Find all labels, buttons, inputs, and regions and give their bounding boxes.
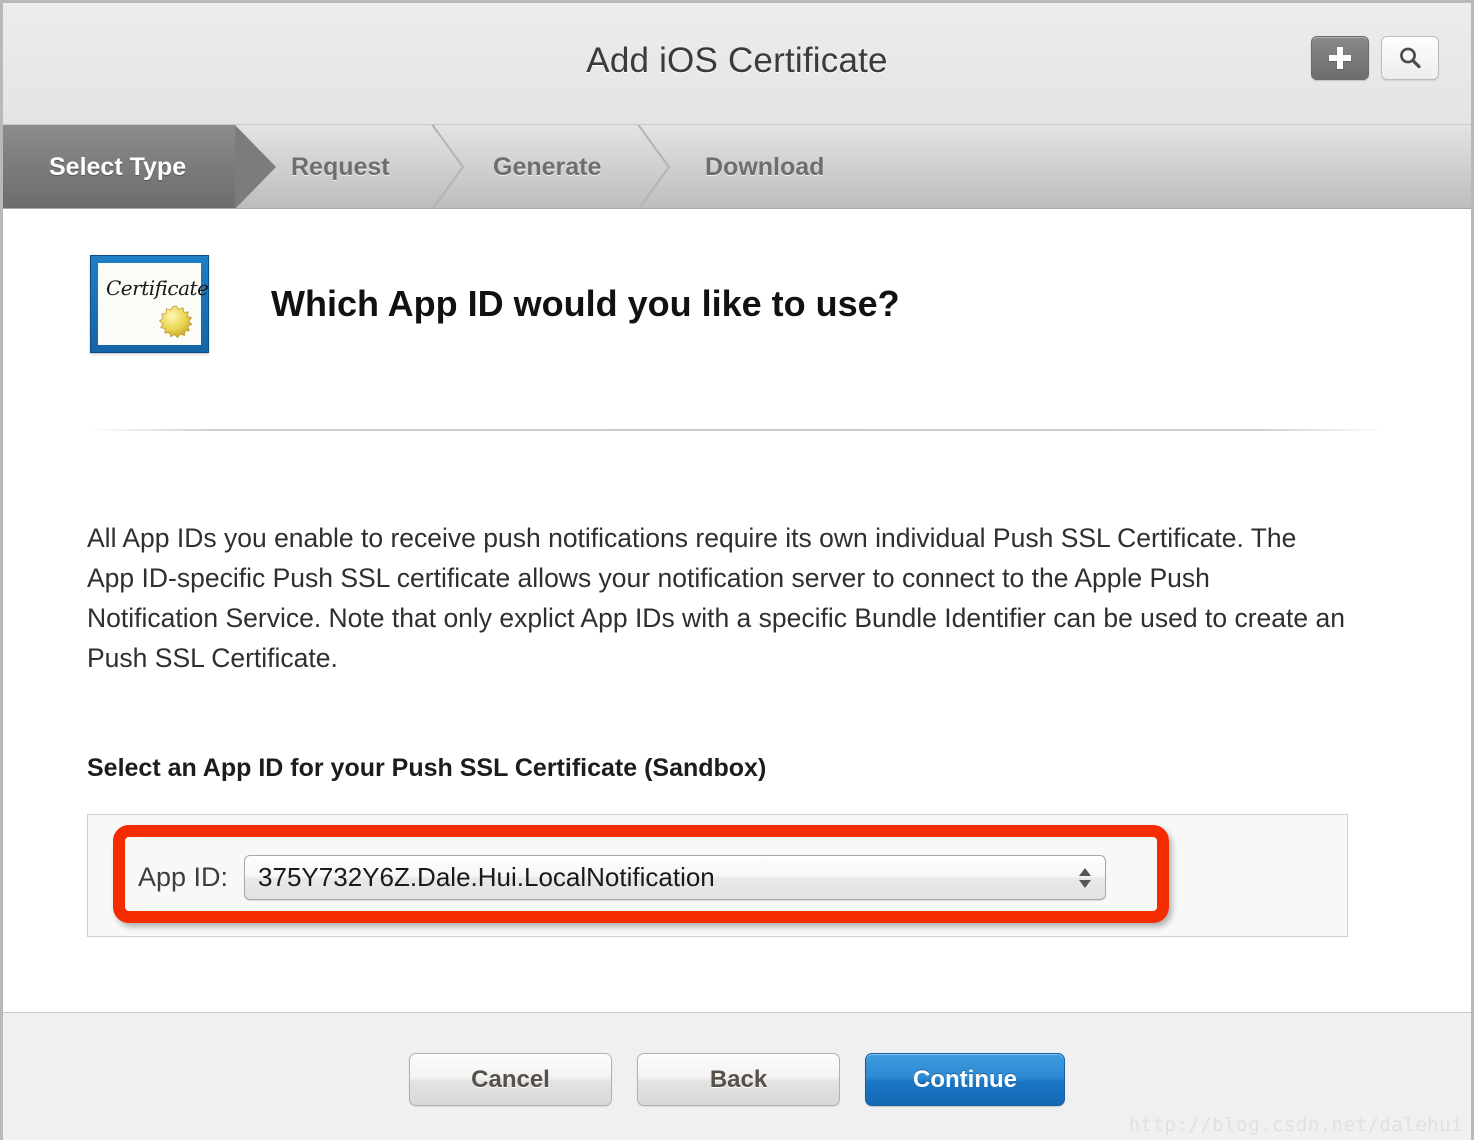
arrow-down-icon <box>1079 879 1092 888</box>
titlebar-button-group <box>1311 36 1439 80</box>
footer-button-group: Cancel Back Continue <box>3 1053 1471 1106</box>
content-description: All App IDs you enable to receive push n… <box>87 522 1345 673</box>
step-request[interactable]: Request <box>291 125 390 208</box>
appid-field-label: App ID: <box>138 862 229 892</box>
heading-row: Certificate Which App ID would you like … <box>90 255 900 353</box>
step-label: Request <box>291 152 390 181</box>
appid-select[interactable]: 375Y732Y6Z.Dale.Hui.LocalNotification <box>244 855 1107 900</box>
step-label: Select Type <box>49 152 187 181</box>
content-heading: Which App ID would you like to use? <box>271 283 900 324</box>
search-button[interactable] <box>1381 36 1439 80</box>
step-generate[interactable]: Generate <box>493 125 602 208</box>
stepper-arrows-icon[interactable] <box>1079 867 1092 888</box>
page-title: Add iOS Certificate <box>586 41 888 80</box>
seal-icon <box>159 305 193 339</box>
certificate-icon-label: Certificate <box>106 276 209 300</box>
arrow-up-icon <box>1079 867 1092 876</box>
chevron-separator-icon <box>631 125 675 208</box>
step-download[interactable]: Download <box>705 125 825 208</box>
step-select-type[interactable]: Select Type <box>3 125 276 208</box>
progress-step-bar: Select Type Request Generate Download <box>3 125 1471 209</box>
add-certificate-button[interactable] <box>1311 36 1369 80</box>
section-divider <box>87 429 1387 431</box>
search-icon <box>1400 47 1421 69</box>
window-titlebar: Add iOS Certificate <box>3 3 1471 125</box>
continue-button[interactable]: Continue <box>865 1053 1065 1106</box>
dialog-footer: Cancel Back Continue http://blog.csdn.ne… <box>3 1012 1471 1140</box>
select-section-label: Select an App ID for your Push SSL Certi… <box>87 754 767 782</box>
add-ios-certificate-window: Add iOS Certificate Select Type Request … <box>0 0 1474 1140</box>
step-label: Generate <box>493 152 602 181</box>
appid-row: App ID: 375Y732Y6Z.Dale.Hui.LocalNotific… <box>138 855 1107 900</box>
certificate-icon: Certificate <box>90 255 209 353</box>
appid-panel: App ID: 375Y732Y6Z.Dale.Hui.LocalNotific… <box>87 814 1348 937</box>
step-label: Download <box>705 152 825 181</box>
appid-selected-value: 375Y732Y6Z.Dale.Hui.LocalNotification <box>258 862 715 892</box>
plus-icon <box>1329 47 1351 69</box>
cancel-button[interactable]: Cancel <box>409 1053 612 1106</box>
watermark-text: http://blog.csdn.net/dalehui <box>1128 1114 1463 1136</box>
chevron-separator-icon <box>425 125 469 208</box>
main-content: Certificate Which App ID would you like … <box>3 209 1471 1016</box>
back-button[interactable]: Back <box>637 1053 840 1106</box>
